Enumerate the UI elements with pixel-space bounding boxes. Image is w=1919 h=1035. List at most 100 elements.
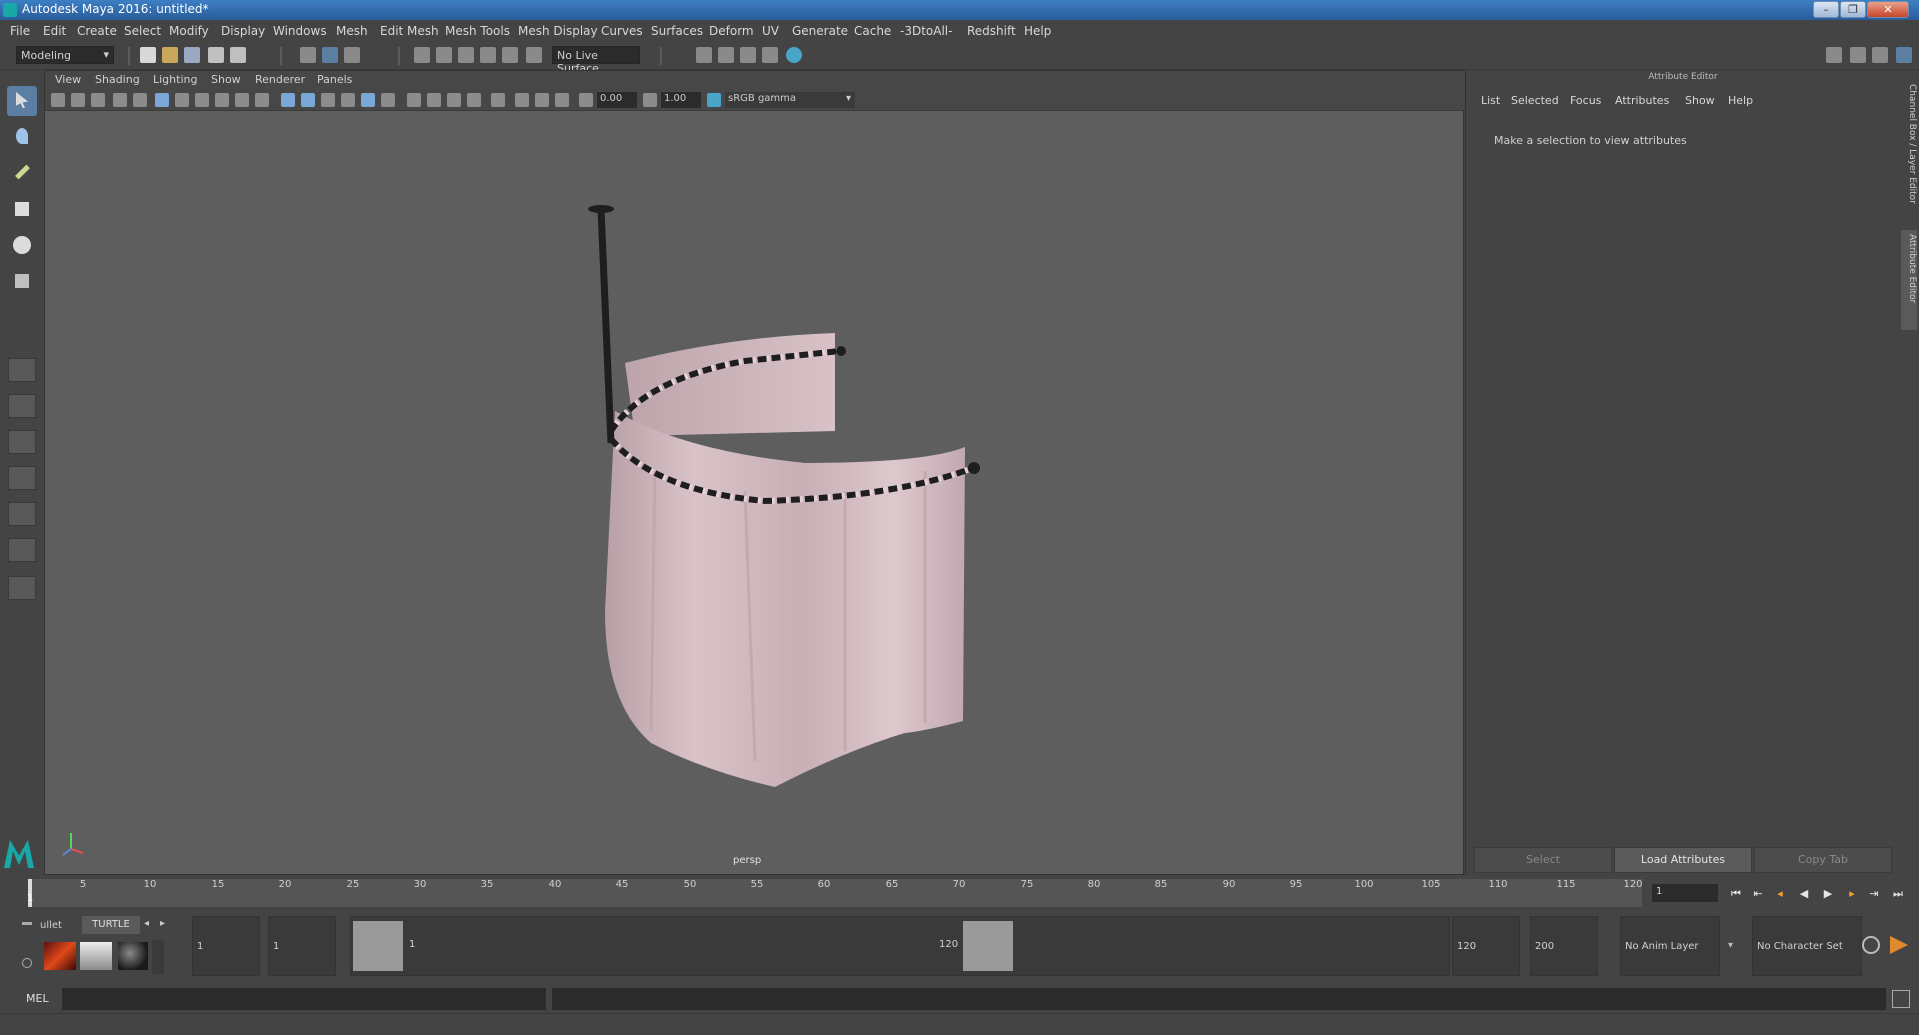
resolution-gate-icon[interactable]: [195, 93, 209, 107]
shelf-menu-icon[interactable]: [22, 922, 32, 925]
isolate-select-icon[interactable]: [491, 93, 505, 107]
render-current-icon[interactable]: [718, 47, 734, 63]
menu-modify[interactable]: Modify: [169, 24, 209, 38]
viewport-menu-show[interactable]: Show: [211, 73, 241, 86]
undo-icon[interactable]: [208, 47, 224, 63]
menu-redshift[interactable]: Redshift: [967, 24, 1016, 38]
command-language-label[interactable]: MEL: [26, 992, 49, 1005]
step-forward-frame-icon[interactable]: ▸: [1844, 887, 1860, 901]
ipr-render-icon[interactable]: [740, 47, 756, 63]
select-hierarchy-icon[interactable]: [300, 47, 316, 63]
go-to-start-icon[interactable]: ⏮: [1728, 887, 1744, 901]
viewport-menu-view[interactable]: View: [55, 73, 81, 86]
snap-curve-icon[interactable]: [436, 47, 452, 63]
new-scene-icon[interactable]: [140, 47, 156, 63]
viewport-menu-lighting[interactable]: Lighting: [153, 73, 197, 86]
range-end-handle[interactable]: [963, 921, 1013, 971]
render-view-icon[interactable]: [696, 47, 712, 63]
menu-surfaces[interactable]: Surfaces: [651, 24, 703, 38]
snap-view-plane-icon[interactable]: [480, 47, 496, 63]
xray-joints-icon[interactable]: [515, 93, 529, 107]
step-back-frame-icon[interactable]: ◂: [1772, 887, 1788, 901]
color-space-dropdown[interactable]: sRGB gamma ▾: [725, 92, 855, 108]
script-editor-icon[interactable]: [1892, 990, 1910, 1008]
hypershade-icon[interactable]: [786, 47, 802, 63]
mode-dropdown[interactable]: Modeling ▾: [16, 46, 114, 64]
range-start-handle[interactable]: [353, 921, 403, 971]
render-settings-icon[interactable]: [762, 47, 778, 63]
snap-grid-icon[interactable]: [414, 47, 430, 63]
scene-end-field[interactable]: 200: [1530, 916, 1598, 976]
scene-start-field[interactable]: 1: [192, 916, 260, 976]
step-back-key-icon[interactable]: ⇤: [1750, 887, 1766, 901]
minimize-button[interactable]: –: [1813, 1, 1839, 18]
color-management-icon[interactable]: [707, 93, 721, 107]
select-tool-button[interactable]: [7, 86, 37, 116]
wireframe-icon[interactable]: [281, 93, 295, 107]
menu-help[interactable]: Help: [1024, 24, 1051, 38]
fire-effect-icon[interactable]: [44, 942, 76, 970]
two-view-layout-button[interactable]: [8, 430, 36, 454]
bookmark-icon[interactable]: [91, 93, 105, 107]
motion-blur-icon[interactable]: [447, 93, 461, 107]
playback-start-field[interactable]: 1: [268, 916, 336, 976]
smooth-shade-icon[interactable]: [301, 93, 315, 107]
snap-point-icon[interactable]: [458, 47, 474, 63]
ambient-occlusion-icon[interactable]: [427, 93, 441, 107]
modeling-toolkit-icon[interactable]: [1826, 47, 1842, 63]
exposure-icon[interactable]: [579, 93, 593, 107]
shelf-settings-icon[interactable]: [22, 958, 32, 968]
character-set-dropdown[interactable]: No Character Set: [1752, 916, 1862, 976]
load-attributes-button[interactable]: Load Attributes: [1614, 847, 1752, 873]
render-material-icon[interactable]: [80, 942, 112, 970]
range-slider-track[interactable]: 1 120: [350, 916, 1450, 976]
menu-deform[interactable]: Deform: [709, 24, 754, 38]
rotate-tool-button[interactable]: [7, 230, 37, 260]
sphere-shader-icon[interactable]: [118, 942, 148, 970]
close-button[interactable]: ✕: [1867, 1, 1909, 18]
safe-action-icon[interactable]: [255, 93, 269, 107]
snap-live-icon[interactable]: [502, 47, 518, 63]
menu-curves[interactable]: Curves: [601, 24, 643, 38]
gamma-field[interactable]: 1.00: [661, 92, 701, 108]
playback-end-field[interactable]: 120: [1452, 916, 1520, 976]
grid-icon[interactable]: [155, 93, 169, 107]
four-view-layout-button[interactable]: [8, 394, 36, 418]
menu-select[interactable]: Select: [124, 24, 161, 38]
anim-layer-dropdown[interactable]: No Anim Layer: [1620, 916, 1720, 976]
hypershade-persp-layout-button[interactable]: [8, 538, 36, 562]
animation-preferences-icon[interactable]: [1890, 936, 1908, 954]
copy-tab-button[interactable]: Copy Tab: [1754, 847, 1892, 873]
field-chart-icon[interactable]: [235, 93, 249, 107]
viewport-menu-shading[interactable]: Shading: [95, 73, 140, 86]
shelf-tab-bullet[interactable]: ullet: [40, 920, 62, 931]
live-surface-field[interactable]: No Live Surface: [552, 46, 640, 75]
magnet-icon[interactable]: [526, 47, 542, 63]
attr-menu-focus[interactable]: Focus: [1570, 94, 1601, 107]
backface-culling-icon[interactable]: [555, 93, 569, 107]
viewport-menu-renderer[interactable]: Renderer: [255, 73, 305, 86]
textured-icon[interactable]: [341, 93, 355, 107]
exposure-field[interactable]: 0.00: [597, 92, 637, 108]
menu-windows[interactable]: Windows: [273, 24, 327, 38]
camera-attributes-icon[interactable]: [71, 93, 85, 107]
gamma-icon[interactable]: [643, 93, 657, 107]
menu-edit-mesh[interactable]: Edit Mesh: [380, 24, 439, 38]
xray-icon[interactable]: [361, 93, 375, 107]
paint-select-tool-button[interactable]: [7, 158, 37, 188]
shelf-tab-turtle[interactable]: TURTLE: [82, 916, 140, 934]
time-ruler[interactable]: 1 5 10 15 20 25 30 35 40 45 50 55 60 65 …: [27, 879, 1643, 907]
menu-create[interactable]: Create: [77, 24, 117, 38]
tool-settings-icon[interactable]: [1872, 47, 1888, 63]
select-button[interactable]: Select: [1474, 847, 1612, 873]
menu-mesh-tools[interactable]: Mesh Tools: [445, 24, 510, 38]
menu-generate[interactable]: Generate: [792, 24, 848, 38]
open-scene-icon[interactable]: [162, 47, 178, 63]
attr-menu-list[interactable]: List: [1481, 94, 1500, 107]
menu-3dtoall[interactable]: -3DtoAll-: [900, 24, 952, 38]
menu-uv[interactable]: UV: [762, 24, 779, 38]
single-view-layout-button[interactable]: [8, 358, 36, 382]
attr-menu-attributes[interactable]: Attributes: [1615, 94, 1669, 107]
multisample-icon[interactable]: [467, 93, 481, 107]
step-forward-key-icon[interactable]: ⇥: [1866, 887, 1882, 901]
